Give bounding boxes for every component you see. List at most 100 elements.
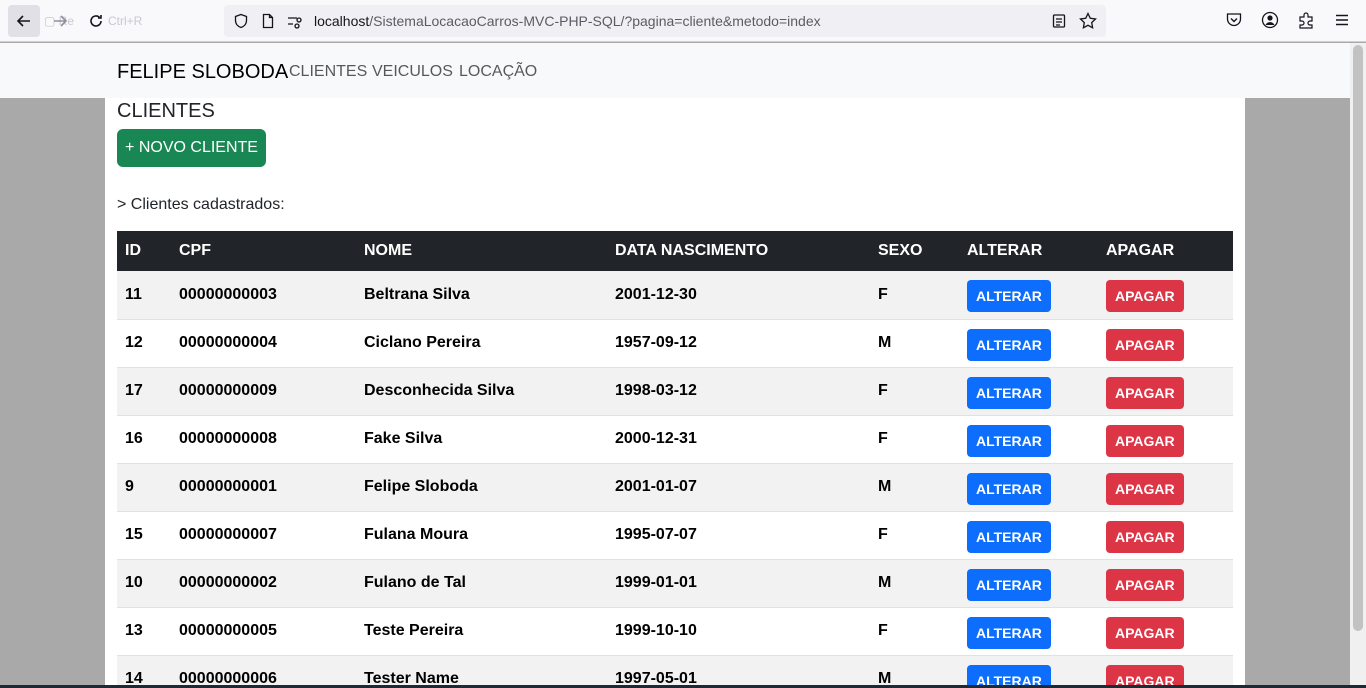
back-button[interactable] [8,5,40,37]
navbar-brand[interactable]: FELIPE SLOBODA [117,61,288,84]
cell-apagar: APAGAR [1098,511,1233,559]
cell-id: 13 [125,622,143,639]
reader-view-icon[interactable] [1050,12,1068,30]
column-header-cpf: CPF [179,242,211,259]
cell-nascimento: 1995-07-07 [615,526,697,543]
alter-button[interactable]: ALTERAR [967,328,1051,361]
delete-button[interactable]: APAGAR [1106,424,1184,457]
cell-sexo: F [878,430,888,447]
alter-button[interactable]: ALTERAR [967,568,1051,601]
delete-button[interactable]: APAGAR [1106,616,1184,649]
column-header-alterar: ALTERAR [967,242,1043,259]
browser-toolbar: ▢ Re Ctrl+R localhost/SistemaLocacaoCarro… [0,0,1366,42]
cell-nome: Desconhecida Silva [364,382,515,399]
cell-apagar: APAGAR [1098,607,1233,655]
alter-button[interactable]: ALTERAR [967,520,1051,553]
cell-id: 11 [125,285,142,303]
new-client-button[interactable]: + NOVO CLIENTE [117,129,266,167]
delete-button[interactable]: APAGAR [1106,376,1184,409]
cell-sexo: F [878,382,888,399]
permissions-icon[interactable] [286,12,304,30]
table-header-row: ID CPF NOME DATA NASCIMENTO SEXO ALTERAR… [117,231,1233,271]
cell-apagar: APAGAR [1098,367,1233,415]
shield-icon[interactable] [232,12,250,30]
cell-nascimento: 1999-01-01 [615,574,697,591]
cell-cpf: 00000000002 [179,574,277,591]
site-navbar: FELIPE SLOBODA CLIENTES VEICULOS LOCAÇÃO [0,43,1350,98]
cell-nascimento: 2001-01-07 [615,478,697,495]
cell-id: 14 [125,670,143,687]
cell-alterar: ALTERAR [959,271,1098,319]
cell-nascimento: 1957-09-12 [615,334,697,351]
cell-cpf: 00000000007 [179,526,277,543]
cell-apagar: APAGAR [1098,655,1233,688]
table-row: 13 00000000005 Teste Pereira 1999-10-10 F ALT… [117,607,1233,655]
table-row: 14 00000000006 Tester Name 1997-05-01 M ALTER… [117,655,1233,688]
delete-button[interactable]: APAGAR [1106,280,1184,313]
cell-sexo: M [878,334,892,351]
url-text: localhost/SistemaLocacaoCarros-MVC-PHP-S… [314,13,821,29]
cell-id: 12 [125,334,143,351]
delete-button[interactable]: APAGAR [1106,568,1184,601]
cell-nome: Tester Name [364,670,459,687]
extensions-icon[interactable] [1297,11,1315,29]
alter-button[interactable]: ALTERAR [967,424,1051,457]
cell-sexo: M [878,670,892,687]
nav-link-locacao[interactable]: LOCAÇÃO [459,63,537,81]
cell-nascimento: 1997-05-01 [615,670,697,687]
cell-nome: Ciclano Pereira [364,334,481,351]
alter-button[interactable]: ALTERAR [967,472,1051,505]
table-row: 16 00000000008 Fake Silva 2000-12-31 F ALTERA… [117,415,1233,463]
page-title: CLIENTES [117,100,215,122]
url-path: /SistemaLocacaoCarros-MVC-PHP-SQL/?pagin… [369,13,821,29]
forward-button[interactable] [44,5,76,37]
cell-cpf: 00000000006 [179,670,277,687]
cell-nome: Fulana Moura [364,526,469,543]
delete-button[interactable]: APAGAR [1106,328,1184,361]
page-icon[interactable] [259,12,277,30]
cell-alterar: ALTERAR [959,319,1098,367]
cell-cpf: 00000000004 [179,334,277,351]
cell-cpf: 00000000008 [179,430,277,447]
menu-icon[interactable] [1333,11,1351,29]
address-bar[interactable]: localhost/SistemaLocacaoCarros-MVC-PHP-S… [224,5,1106,37]
delete-button[interactable]: APAGAR [1106,520,1184,553]
cell-sexo: M [878,574,892,591]
alter-button[interactable]: ALTERAR [967,376,1051,409]
table-row: 15 00000000007 Fulana Moura 1995-07-07 F ALTE… [117,511,1233,559]
alter-button[interactable]: ALTERAR [967,616,1051,649]
table-row: 17 00000000009 Desconhecida Silva 1998-03-1… [117,367,1233,415]
column-header-apagar: APAGAR [1106,242,1175,259]
table-row: 11 00000000003 Beltrana Silva 2001-12-30 F AL… [117,271,1233,319]
cell-cpf: 00000000005 [179,622,277,639]
pocket-icon[interactable] [1225,11,1243,29]
nav-link-veiculos[interactable]: VEICULOS [372,63,453,81]
cell-cpf: 00000000009 [179,382,277,399]
cell-nascimento: 2000-12-31 [615,430,697,447]
nav-link-clientes[interactable]: CLIENTES [289,63,367,81]
cell-nome: Teste Pereira [364,622,464,639]
cell-nascimento: 1998-03-12 [615,382,697,399]
cell-nome: Fulano de Tal [364,574,466,591]
delete-button[interactable]: APAGAR [1106,472,1184,505]
cell-alterar: ALTERAR [959,415,1098,463]
cell-nascimento: 2001-12-30 [615,285,697,303]
cell-apagar: APAGAR [1098,415,1233,463]
account-icon[interactable] [1261,11,1279,29]
table-body: 11 00000000003 Beltrana Silva 2001-12-30 F AL… [117,271,1233,688]
clients-table: ID CPF NOME DATA NASCIMENTO SEXO ALTERAR… [117,231,1233,688]
cell-cpf: 00000000001 [179,478,277,495]
star-icon[interactable] [1079,12,1097,30]
cell-id: 16 [125,430,143,447]
cell-nome: Felipe Sloboda [364,478,478,495]
cell-alterar: ALTERAR [959,367,1098,415]
reload-button[interactable] [80,5,112,37]
cell-alterar: ALTERAR [959,463,1098,511]
column-header-nascimento: DATA NASCIMENTO [615,242,769,259]
cell-id: 10 [125,574,143,591]
cell-nome: Beltrana Silva [364,285,470,303]
alter-button[interactable]: ALTERAR [967,280,1051,313]
scrollbar-thumb[interactable] [1353,45,1363,631]
page-scrollbar[interactable] [1350,43,1366,688]
cell-alterar: ALTERAR [959,511,1098,559]
